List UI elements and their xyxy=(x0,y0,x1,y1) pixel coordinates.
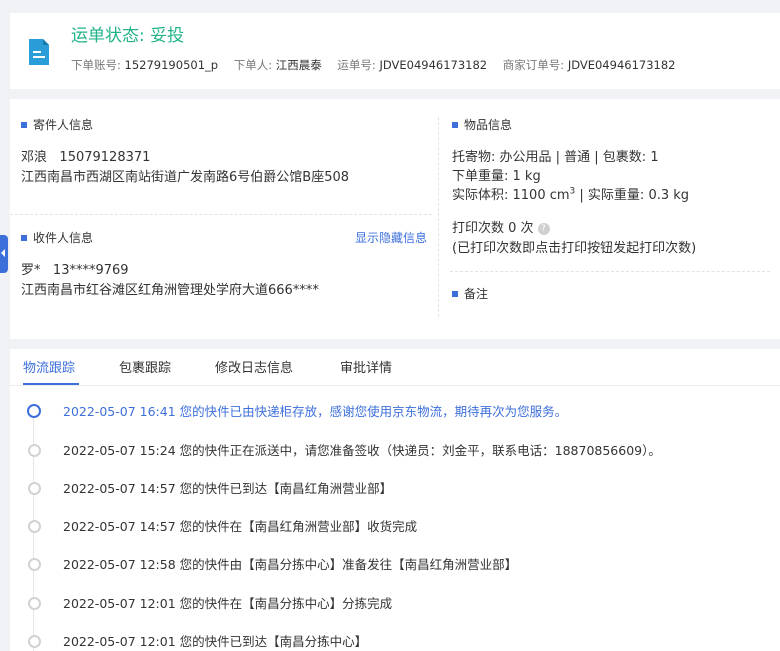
sender-section-title: 寄件人信息 xyxy=(21,116,93,133)
divider xyxy=(450,271,770,272)
timeline-desc: 您的快件已由快递柜存放，感谢您使用京东物流，期待再次为您服务。 xyxy=(179,404,568,419)
waybill-header: 运单状态: 妥投 下单账号: 15279190501_p 下单人: 江西晨泰 运… xyxy=(10,13,780,89)
receiver-section-title: 收件人信息 xyxy=(21,229,93,246)
account-label: 下单账号: xyxy=(71,58,121,72)
sender-name: 邓浪 xyxy=(21,150,48,165)
timeline-text: 2022-05-07 16:41 您的快件已由快递柜存放，感谢您使用京东物流，期… xyxy=(63,401,567,420)
collapse-arrow-icon[interactable] xyxy=(0,235,8,273)
timeline-dot-icon xyxy=(27,404,41,418)
receiver-address: 江西南昌市红谷滩区红角洲管理处学府大道666**** xyxy=(21,283,319,298)
timeline-text: 2022-05-07 12:01 您的快件已到达【南昌分拣中心】 xyxy=(63,631,367,650)
status-value: 妥投 xyxy=(150,26,185,46)
column-divider xyxy=(438,117,439,317)
timeline-time: 2022-05-07 16:41 xyxy=(63,404,176,419)
timeline-desc: 您的快件在【南昌红角洲营业部】收货完成 xyxy=(179,519,418,534)
timeline-dot-icon xyxy=(28,558,41,571)
goods-description: 托寄物: 办公用品 | 普通 | 包裹数: 1 xyxy=(452,150,659,165)
sender-address: 江西南昌市西湖区南站街道广发南路6号伯爵公馆B座508 xyxy=(21,170,350,185)
merchant-order-value: JDVE04946173182 xyxy=(567,58,676,72)
shipment-info-panel: 寄件人信息 邓浪 15079128371 江西南昌市西湖区南站街道广发南路6号伯… xyxy=(10,99,780,339)
timeline-dot-icon xyxy=(28,520,41,533)
timeline-text: 2022-05-07 14:57 您的快件在【南昌红角洲营业部】收货完成 xyxy=(63,516,417,535)
timeline-item: 2022-05-07 14:57 您的快件在【南昌红角洲营业部】收货完成 xyxy=(10,516,780,536)
help-icon[interactable]: ? xyxy=(537,223,550,235)
timeline-time: 2022-05-07 15:24 xyxy=(63,443,176,458)
timeline-dot-icon xyxy=(28,635,41,648)
tab-change-log[interactable]: 修改日志信息 xyxy=(215,357,293,376)
timeline-time: 2022-05-07 14:57 xyxy=(63,519,176,534)
actual-volume-weight: 实际体积: 1100 cm3 | 实际重量: 0.3 kg xyxy=(452,186,690,203)
timeline-desc: 您的快件在【南昌分拣中心】分拣完成 xyxy=(179,596,393,611)
status-label: 运单状态: xyxy=(71,26,145,46)
sender-name-phone: 邓浪 15079128371 xyxy=(21,146,150,165)
goods-section-title: 物品信息 xyxy=(452,116,512,133)
tab-logistics-tracking[interactable]: 物流跟踪 xyxy=(23,357,75,376)
receiver-name-phone: 罗* 13****9769 xyxy=(21,259,129,278)
timeline-dot-icon xyxy=(28,444,41,457)
timeline-time: 2022-05-07 12:01 xyxy=(63,596,176,611)
timeline-dot-icon xyxy=(28,597,41,610)
timeline-item: 2022-05-07 12:01 您的快件在【南昌分拣中心】分拣完成 xyxy=(10,593,780,613)
waybill-label: 运单号: xyxy=(337,58,376,72)
tab-bar: 物流跟踪 包裹跟踪 修改日志信息 审批详情 xyxy=(10,349,780,386)
tab-approval-details[interactable]: 审批详情 xyxy=(340,357,392,376)
sender-phone: 15079128371 xyxy=(59,150,151,165)
timeline-time: 2022-05-07 12:01 xyxy=(63,634,176,649)
timeline-text: 2022-05-07 15:24 您的快件正在派送中，请您准备签收（快递员：刘金… xyxy=(63,440,661,459)
document-icon xyxy=(29,39,49,65)
timeline-text: 2022-05-07 12:58 您的快件由【南昌分拣中心】准备发往【南昌红角洲… xyxy=(63,554,517,573)
receiver-name: 罗* xyxy=(21,263,41,278)
timeline-item: 2022-05-07 16:41 您的快件已由快递柜存放，感谢您使用京东物流，期… xyxy=(10,401,780,421)
tracking-panel: 物流跟踪 包裹跟踪 修改日志信息 审批详情 2022-05-07 16:41 您… xyxy=(10,349,780,651)
waybill-meta: 下单账号: 15279190501_p 下单人: 江西晨泰 运单号: JDVE0… xyxy=(71,57,687,73)
timeline-desc: 您的快件正在派送中，请您准备签收（快递员：刘金平，联系电话：1887085660… xyxy=(179,443,661,458)
print-count-note: (已打印次数即点击打印按钮发起打印次数) xyxy=(452,241,697,256)
timeline-item: 2022-05-07 12:58 您的快件由【南昌分拣中心】准备发往【南昌红角洲… xyxy=(10,554,780,574)
timeline-time: 2022-05-07 12:58 xyxy=(63,557,176,572)
section-marker-icon xyxy=(452,122,458,128)
receiver-phone: 13****9769 xyxy=(52,263,129,278)
section-marker-icon xyxy=(21,235,27,241)
print-count: 打印次数 0 次? xyxy=(452,217,550,236)
waybill-value: JDVE04946173182 xyxy=(379,58,488,72)
timeline-item: 2022-05-07 15:24 您的快件正在派送中，请您准备签收（快递员：刘金… xyxy=(10,440,780,460)
orderer-label: 下单人: xyxy=(233,58,273,72)
timeline-text: 2022-05-07 12:01 您的快件在【南昌分拣中心】分拣完成 xyxy=(63,593,392,612)
section-marker-icon xyxy=(452,291,458,297)
orderer-value: 江西晨泰 xyxy=(275,58,322,72)
timeline-item: 2022-05-07 12:01 您的快件已到达【南昌分拣中心】 xyxy=(10,631,780,651)
order-weight: 下单重量: 1 kg xyxy=(452,169,541,184)
timeline-item: 2022-05-07 14:57 您的快件已到达【南昌红角洲营业部】 xyxy=(10,478,780,498)
timeline-desc: 您的快件由【南昌分拣中心】准备发往【南昌红角洲营业部】 xyxy=(179,557,518,572)
remark-section-title: 备注 xyxy=(452,285,488,302)
timeline-text: 2022-05-07 14:57 您的快件已到达【南昌红角洲营业部】 xyxy=(63,478,392,497)
account-value: 15279190501_p xyxy=(124,58,219,72)
merchant-order-label: 商家订单号: xyxy=(502,58,565,72)
timeline-desc: 您的快件已到达【南昌分拣中心】 xyxy=(179,634,368,649)
tab-package-tracking[interactable]: 包裹跟踪 xyxy=(119,357,171,376)
timeline-dot-icon xyxy=(28,482,41,495)
divider xyxy=(10,214,432,215)
show-hidden-info-link[interactable]: 显示隐藏信息 xyxy=(355,229,427,246)
waybill-status: 运单状态: 妥投 xyxy=(71,21,184,46)
timeline-desc: 您的快件已到达【南昌红角洲营业部】 xyxy=(179,481,393,496)
section-marker-icon xyxy=(21,122,27,128)
timeline-time: 2022-05-07 14:57 xyxy=(63,481,176,496)
active-tab-indicator xyxy=(23,383,79,385)
